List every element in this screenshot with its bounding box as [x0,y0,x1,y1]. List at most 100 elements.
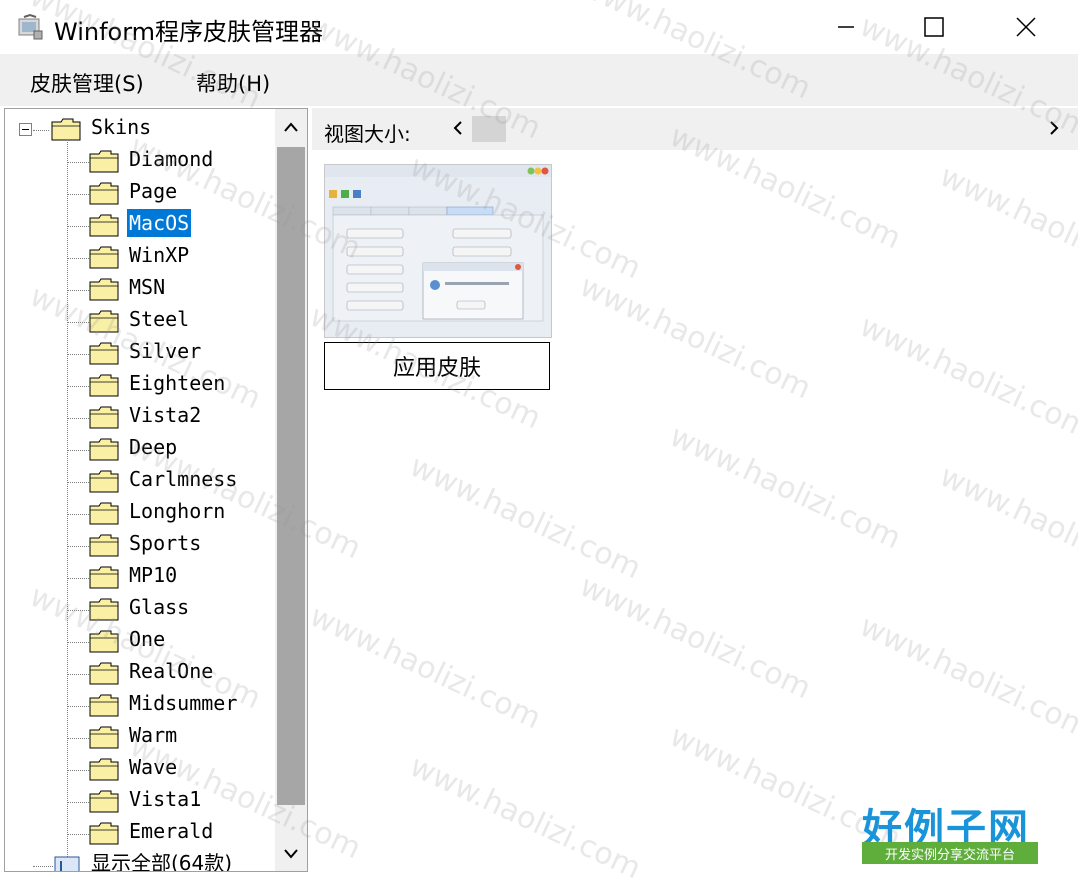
folder-icon [89,405,119,429]
folder-icon [89,341,119,365]
tree-label[interactable]: Silver [127,337,203,365]
tree-item[interactable]: Eighteen [5,369,275,399]
tree-item[interactable]: Sports [5,529,275,559]
tree-scrollbar[interactable] [275,109,307,871]
title-bar: Winform程序皮肤管理器 [0,0,1078,54]
tree-label[interactable]: Glass [127,593,191,621]
tree-label[interactable]: Vista1 [127,785,203,813]
tree-label[interactable]: Midsummer [127,689,239,717]
tree-item[interactable]: MP10 [5,561,275,591]
view-size-bar: 视图大小: [312,108,1078,150]
tree-item[interactable]: Diamond [5,145,275,175]
tree-item[interactable]: Emerald [5,817,275,847]
tree-item[interactable]: One [5,625,275,655]
watermark-text: www.haolizi.com [934,158,1078,297]
folder-icon [89,757,119,781]
logo-sub-text: 开发实例分享交流平台 [862,842,1038,864]
tree-label[interactable]: Vista2 [127,401,203,429]
view-size-label: 视图大小: [324,122,411,146]
menu-bar: 皮肤管理(S) 帮助(H) [0,54,1078,106]
skin-preview-image[interactable] [324,164,552,338]
tree-label[interactable]: MSN [127,273,167,301]
tree-label[interactable]: 显示全部(64款) [89,849,234,871]
folder-icon [89,469,119,493]
folder-icon [89,725,119,749]
tree-label[interactable]: Steel [127,305,191,333]
tree-root[interactable]: Skins [5,113,275,143]
chevron-right-icon [1050,121,1059,135]
close-button[interactable] [980,0,1072,54]
tree-item[interactable]: MSN [5,273,275,303]
tree-item[interactable]: WinXP [5,241,275,271]
folder-icon [89,277,119,301]
tree-label[interactable]: MacOS [127,209,192,237]
watermark-text: www.haolizi.com [404,748,647,886]
slider-left-button[interactable] [448,116,468,140]
skin-preview-screenshot [325,165,551,337]
tree-label[interactable]: Deep [127,433,179,461]
show-all-item[interactable]: 显示全部(64款) [5,849,275,871]
site-logo: 好例子网 开发实例分享交流平台 [862,796,1040,866]
tree-item[interactable]: Carlmness [5,465,275,495]
folder-icon [89,181,119,205]
apply-skin-button[interactable]: 应用皮肤 [324,342,550,390]
folder-icon [89,501,119,525]
tree-label[interactable]: Eighteen [127,369,227,397]
tree-label[interactable]: Carlmness [127,465,239,493]
menu-help[interactable]: 帮助(H) [196,68,270,98]
tree-label[interactable]: RealOne [127,657,215,685]
chevron-down-icon [284,849,298,859]
scroll-up-button[interactable] [275,109,307,145]
minimize-button[interactable] [800,0,892,54]
folder-icon [89,693,119,717]
tree-label[interactable]: Wave [127,753,179,781]
tree-item[interactable]: Wave [5,753,275,783]
folder-icon [89,565,119,589]
tree-item[interactable]: Vista1 [5,785,275,815]
folder-icon [89,213,119,237]
tree-item[interactable]: Page [5,177,275,207]
watermark-text: www.haolizi.com [854,308,1078,447]
tree-label[interactable]: Page [127,177,179,205]
scroll-down-button[interactable] [275,835,307,871]
slider-right-button[interactable] [1042,116,1066,140]
tree-item[interactable]: Midsummer [5,689,275,719]
folder-icon [89,309,119,333]
view-size-slider-thumb[interactable] [472,116,506,142]
folder-icon [89,149,119,173]
tree-label[interactable]: One [127,625,167,653]
folder-icon [89,821,119,845]
tree-item[interactable]: Warm [5,721,275,751]
tree-label[interactable]: Diamond [127,145,215,173]
tree-label[interactable]: MP10 [127,561,179,589]
tree-item[interactable]: RealOne [5,657,275,687]
tree-item[interactable]: Deep [5,433,275,463]
chevron-left-icon [453,121,462,135]
tree-label[interactable]: Longhorn [127,497,227,525]
folder-icon [89,373,119,397]
watermark-text: www.haolizi.com [404,448,647,587]
tree-label[interactable]: Warm [127,721,179,749]
tree-item[interactable]: Silver [5,337,275,367]
watermark-text: www.haolizi.com [574,568,817,707]
app-icon [18,13,43,40]
tree-item[interactable]: MacOS [5,209,275,239]
maximize-icon [924,17,944,37]
folder-icon [89,629,119,653]
skin-tree[interactable]: Skins Diamond Page MacOS WinXP MSN Steel Silver… [4,108,308,872]
scroll-thumb[interactable] [277,147,305,805]
tree-label[interactable]: WinXP [127,241,191,269]
collapse-icon[interactable] [19,123,33,137]
tree-label[interactable]: Emerald [127,817,215,845]
close-icon [1016,17,1036,37]
tree-item[interactable]: Steel [5,305,275,335]
tree-label[interactable]: Sports [127,529,203,557]
tree-item[interactable]: Vista2 [5,401,275,431]
minimize-icon [838,26,854,28]
maximize-button[interactable] [888,0,980,54]
tree-item[interactable]: Glass [5,593,275,623]
menu-skin-manage[interactable]: 皮肤管理(S) [30,68,144,98]
watermark-text: www.haolizi.com [664,418,907,557]
tree-label[interactable]: Skins [89,113,153,141]
tree-item[interactable]: Longhorn [5,497,275,527]
